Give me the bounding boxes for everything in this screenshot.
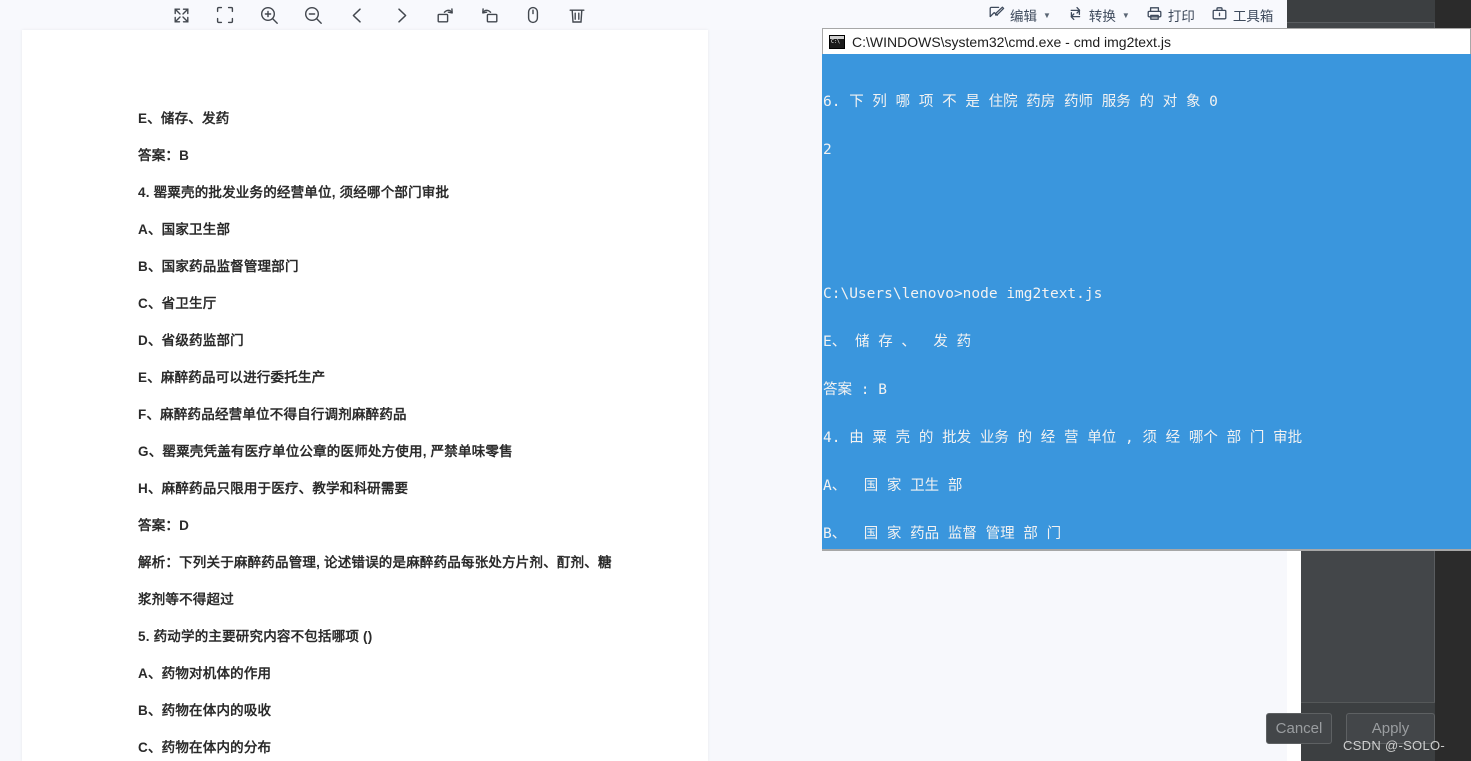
toolbox-button-label: 工具箱 xyxy=(1232,9,1274,24)
chevron-down-icon: ▼ xyxy=(1121,10,1130,20)
printer-icon xyxy=(1146,5,1163,25)
document-line: 4. 罂粟壳的批发业务的经营单位, 须经哪个部门审批 xyxy=(138,185,450,200)
mouse-tool-icon[interactable] xyxy=(520,2,546,28)
cmd-icon xyxy=(829,34,845,49)
toolbox-icon xyxy=(1211,5,1228,25)
document-line: A、国家卫生部 xyxy=(138,222,231,237)
toolbar-right-group: 编辑 ▼ 转换 ▼ 打印 工具箱 xyxy=(988,0,1273,30)
document-page: E、储存、发药 答案：B 4. 罂粟壳的批发业务的经营单位, 须经哪个部门审批 … xyxy=(22,30,708,761)
document-line: G、罂粟壳凭盖有医疗单位公章的医师处方使用, 严禁单味零售 xyxy=(138,444,513,459)
document-line: 答案：D xyxy=(138,518,190,533)
cancel-button-label: Cancel xyxy=(1275,720,1323,737)
document-line: E、储存、发药 xyxy=(138,111,230,126)
previous-page-icon[interactable] xyxy=(344,2,370,28)
cmd-title-label: C:\WINDOWS\system32\cmd.exe - cmd img2te… xyxy=(852,33,1171,50)
document-line: F、麻醉药品经营单位不得自行调剂麻醉药品 xyxy=(138,407,407,422)
document-line: 浆剂等不得超过 xyxy=(138,592,234,607)
toolbar-left-group xyxy=(168,0,590,30)
rotate-left-icon[interactable] xyxy=(432,2,458,28)
document-line: 答案：B xyxy=(138,148,190,163)
print-button-label: 打印 xyxy=(1167,9,1195,24)
document-line: B、国家药品监督管理部门 xyxy=(138,259,299,274)
chevron-down-icon: ▼ xyxy=(1043,10,1051,20)
document-line: 5. 药动学的主要研究内容不包括哪项 () xyxy=(138,629,373,644)
document-text-block: E、储存、发药 答案：B 4. 罂粟壳的批发业务的经营单位, 须经哪个部门审批 … xyxy=(138,112,678,761)
fullscreen-icon[interactable] xyxy=(168,2,194,28)
document-line: H、麻醉药品只限用于医疗、教学和科研需要 xyxy=(138,481,409,496)
document-line: E、麻醉药品可以进行委托生产 xyxy=(138,370,326,385)
convert-icon xyxy=(1067,5,1084,25)
edit-menu-label: 编辑 xyxy=(1010,9,1037,24)
zoom-out-icon[interactable] xyxy=(300,2,326,28)
cmd-window-bottom-edge xyxy=(822,549,1471,551)
convert-menu[interactable]: 转换 ▼ xyxy=(1067,5,1130,25)
cmd-titlebar[interactable]: C:\WINDOWS\system32\cmd.exe - cmd img2te… xyxy=(822,28,1471,54)
document-line: 解析：下列关于麻醉药品管理, 论述错误的是麻醉药品每张处方片剂、酊剂、糖 xyxy=(138,555,612,570)
print-button[interactable]: 打印 xyxy=(1146,5,1195,25)
csdn-watermark: CSDN @-SOLO- xyxy=(1343,738,1446,753)
cancel-button[interactable]: Cancel xyxy=(1266,713,1332,744)
next-page-icon[interactable] xyxy=(388,2,414,28)
dialog-footer-divider xyxy=(1287,702,1435,703)
document-line: B、药物在体内的吸收 xyxy=(138,703,272,718)
edit-menu[interactable]: 编辑 ▼ xyxy=(988,5,1051,25)
delete-icon[interactable] xyxy=(564,2,590,28)
document-line: A、药物对机体的作用 xyxy=(138,666,272,681)
document-line: C、药物在体内的分布 xyxy=(138,740,272,755)
document-line: D、省级药监部门 xyxy=(138,333,244,348)
edit-icon xyxy=(988,5,1005,25)
apply-button-label: Apply xyxy=(1371,720,1410,737)
toolbox-button[interactable]: 工具箱 xyxy=(1211,5,1274,25)
cmd-window: C:\WINDOWS\system32\cmd.exe - cmd img2te… xyxy=(822,28,1471,550)
pdf-toolbar: 编辑 ▼ 转换 ▼ 打印 工具箱 xyxy=(0,0,1471,30)
document-viewer-area[interactable]: E、储存、发药 答案：B 4. 罂粟壳的批发业务的经营单位, 须经哪个部门审批 … xyxy=(0,30,760,761)
fit-page-icon[interactable] xyxy=(212,2,238,28)
screen-root: 编辑 ▼ 转换 ▼ 打印 工具箱 E、储存、发药 答案：B 4. 罂粟壳的批发业… xyxy=(0,0,1471,761)
rotate-right-icon[interactable] xyxy=(476,2,502,28)
document-line: C、省卫生厅 xyxy=(138,296,217,311)
zoom-in-icon[interactable] xyxy=(256,2,282,28)
convert-menu-label: 转换 xyxy=(1088,9,1116,24)
